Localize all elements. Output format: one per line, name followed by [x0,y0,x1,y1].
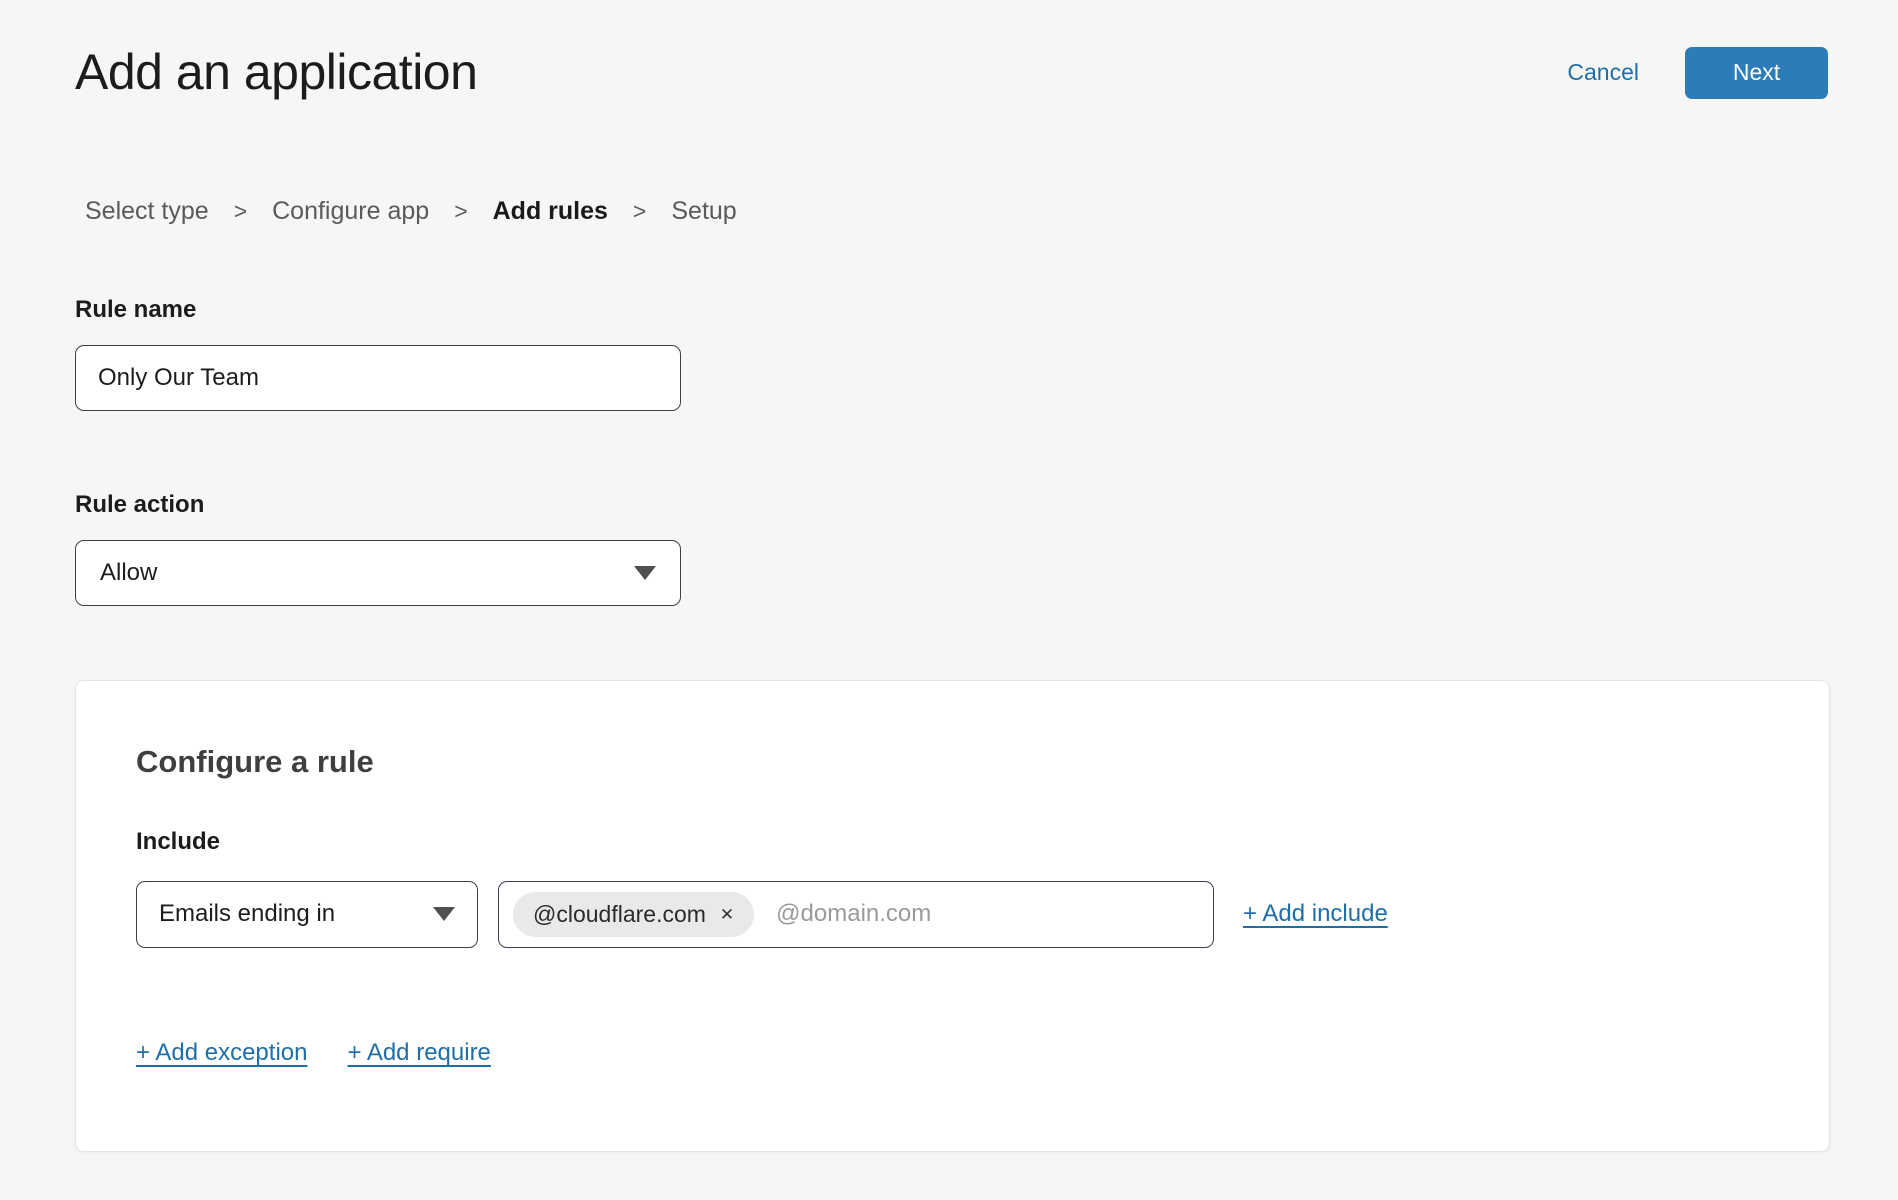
include-rule-row: Emails ending in @cloudflare.com ✕ + Add… [136,881,1769,948]
breadcrumb-separator: > [234,198,247,225]
breadcrumb-separator: > [633,198,646,225]
breadcrumb-step-select-type[interactable]: Select type [85,197,209,226]
rule-footer-links: + Add exception + Add require [136,1038,1769,1068]
cancel-button[interactable]: Cancel [1567,59,1639,86]
rule-name-input[interactable] [75,345,681,411]
rule-action-selected-value: Allow [100,559,157,587]
rule-action-label: Rule action [75,491,1828,520]
page-title: Add an application [75,40,477,105]
chevron-down-icon [433,907,455,921]
include-selector-select[interactable]: Emails ending in [136,881,478,948]
card-title: Configure a rule [136,743,1769,780]
rule-name-label: Rule name [75,296,1828,325]
chevron-down-icon [634,566,656,580]
next-button[interactable]: Next [1685,47,1828,99]
email-domain-tag: @cloudflare.com ✕ [513,892,754,937]
breadcrumb-step-configure-app[interactable]: Configure app [272,197,429,226]
email-domain-tag-label: @cloudflare.com [533,901,706,928]
add-include-link[interactable]: + Add include [1243,900,1388,928]
top-bar: Add an application Cancel Next [75,0,1828,105]
breadcrumb-step-add-rules[interactable]: Add rules [493,197,608,226]
breadcrumb-step-setup: Setup [671,197,736,226]
add-require-link[interactable]: + Add require [347,1038,490,1068]
breadcrumb-separator: > [454,198,467,225]
remove-tag-icon[interactable]: ✕ [720,906,734,923]
configure-rule-card: Configure a rule Include Emails ending i… [75,680,1830,1152]
rule-action-select[interactable]: Allow [75,540,681,606]
breadcrumb: Select type > Configure app > Add rules … [85,197,1828,226]
add-application-page: Add an application Cancel Next Select ty… [0,0,1898,1152]
domain-entry-input[interactable] [774,894,1199,934]
add-exception-link[interactable]: + Add exception [136,1038,307,1068]
include-label: Include [136,828,1769,857]
include-selector-value: Emails ending in [159,900,335,928]
include-value-input[interactable]: @cloudflare.com ✕ [498,881,1214,948]
header-actions: Cancel Next [1567,47,1828,99]
